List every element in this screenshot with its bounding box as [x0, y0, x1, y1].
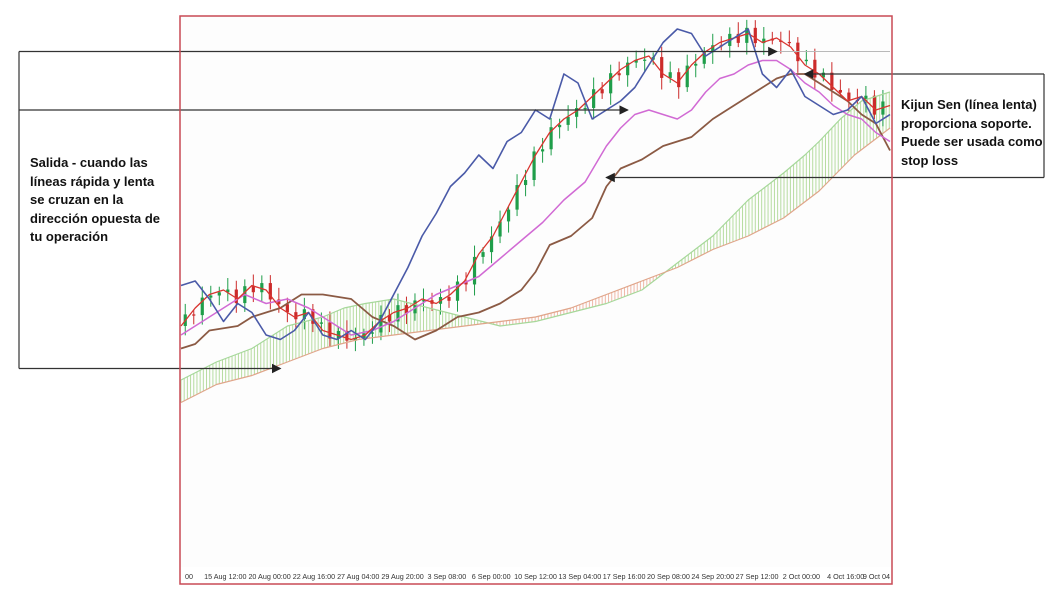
candle-body: [192, 314, 196, 316]
candle-body: [787, 41, 791, 44]
candle-body: [540, 149, 545, 152]
x-axis-ticks: 00 15 Aug 12:00 20 Aug 00:00 22 Aug 16:00 27…: [185, 572, 890, 581]
x-tick-label: 27 Sep 12:00: [736, 572, 779, 581]
candle-body: [600, 89, 604, 94]
candle-body: [566, 116, 570, 125]
candle-body: [481, 252, 485, 257]
candle-body: [319, 322, 323, 324]
candle-body: [251, 286, 255, 293]
x-tick-label: 3 Sep 08:00: [427, 572, 466, 581]
candle-body: [609, 73, 613, 94]
candle-body: [523, 179, 528, 186]
x-tick-label: 22 Aug 16:00: [293, 572, 335, 581]
x-tick-label: 10 Sep 12:00: [514, 572, 557, 581]
candle-body: [209, 295, 213, 298]
candle-body: [583, 107, 587, 110]
x-tick-label: 24 Sep 20:00: [691, 572, 734, 581]
candle-body: [804, 59, 808, 62]
x-tick-label: 13 Sep 04:00: [558, 572, 601, 581]
kijun-sen-annotation: Kijun Sen (línea lenta) proporciona sopo…: [901, 97, 1043, 168]
ichimoku-chart: 00 15 Aug 12:00 20 Aug 00:00 22 Aug 16:00 27…: [18, 15, 1045, 585]
candle-body: [447, 297, 451, 301]
candle-body: [506, 209, 511, 222]
candle-body: [872, 95, 877, 115]
candle-body: [592, 89, 596, 108]
x-tick-label: 20 Sep 08:00: [647, 572, 690, 581]
candle-body: [694, 63, 698, 66]
candle-body: [813, 59, 817, 78]
x-tick-label: 27 Aug 04:00: [337, 572, 379, 581]
x-tick-label: 4 Oct 16:00: [827, 572, 864, 581]
x-tick-label: 20 Aug 00:00: [248, 572, 290, 581]
candle-body: [753, 27, 757, 44]
x-tick-label: 6 Sep 00:00: [472, 572, 511, 581]
plot-background: [180, 16, 892, 567]
candle-body: [617, 73, 621, 76]
x-tick-label: 9 Oct 04: [863, 572, 890, 581]
x-tick-label: 17 Sep 16:00: [603, 572, 646, 581]
x-tick-label: 15 Aug 12:00: [204, 572, 246, 581]
candle-body: [838, 89, 842, 93]
candle-body: [643, 59, 647, 61]
candle-body: [285, 304, 289, 313]
candle-body: [558, 124, 562, 128]
candle-body: [660, 57, 664, 78]
candle-body: [847, 92, 851, 100]
x-tick-label: 2 Oct 00:00: [783, 572, 820, 581]
x-tick-label: 29 Aug 20:00: [381, 572, 423, 581]
x-tick-label: 00: [185, 572, 193, 581]
candle-body: [217, 292, 221, 296]
exit-annotation: Salida - cuando las líneas rápida y lent…: [30, 155, 161, 244]
